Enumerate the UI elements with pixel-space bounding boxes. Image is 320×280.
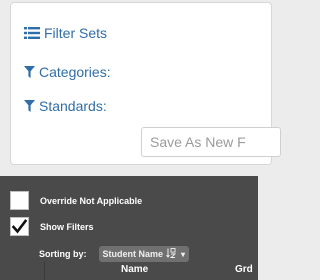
categories-filter[interactable]: Categories: (24, 64, 111, 80)
override-label: Override Not Applicable (40, 195, 143, 206)
save-as-new-button[interactable]: Save As New F (141, 127, 281, 157)
chevron-down-icon: ▾ (181, 249, 186, 259)
sort-select[interactable]: Student Name ▾ (98, 246, 190, 262)
sort-alpha-icon (166, 248, 177, 260)
show-filters-option[interactable]: Show Filters (10, 217, 94, 236)
override-checkbox[interactable] (10, 191, 29, 210)
standards-filter[interactable]: Standards: (24, 98, 107, 114)
save-as-new-label: Save As New F (150, 134, 246, 150)
options-panel: Override Not Applicable Show Filters Sor… (0, 176, 258, 280)
list-icon (24, 27, 40, 39)
show-filters-checkbox[interactable] (10, 217, 29, 236)
funnel-icon (24, 66, 35, 78)
standards-label: Standards: (39, 98, 107, 114)
sort-value: Student Name (102, 249, 164, 259)
categories-label: Categories: (39, 64, 111, 80)
column-header-name[interactable]: Name (121, 264, 148, 275)
filter-panel: Filter Sets Categories: Standards: Save … (10, 2, 281, 165)
show-filters-label: Show Filters (40, 221, 94, 232)
filter-sets-label: Filter Sets (44, 25, 108, 41)
filter-sets-link[interactable]: Filter Sets (24, 25, 107, 41)
sorting-control: Sorting by: Student Name ▾ (39, 246, 190, 262)
override-not-applicable-option[interactable]: Override Not Applicable (10, 191, 142, 210)
funnel-icon (24, 100, 35, 112)
checkmark-icon (12, 219, 27, 234)
table-header: Name Grd (0, 262, 258, 280)
sorting-label: Sorting by: (39, 249, 87, 259)
column-header-grade[interactable]: Grd (235, 264, 253, 275)
column-divider (44, 262, 45, 280)
